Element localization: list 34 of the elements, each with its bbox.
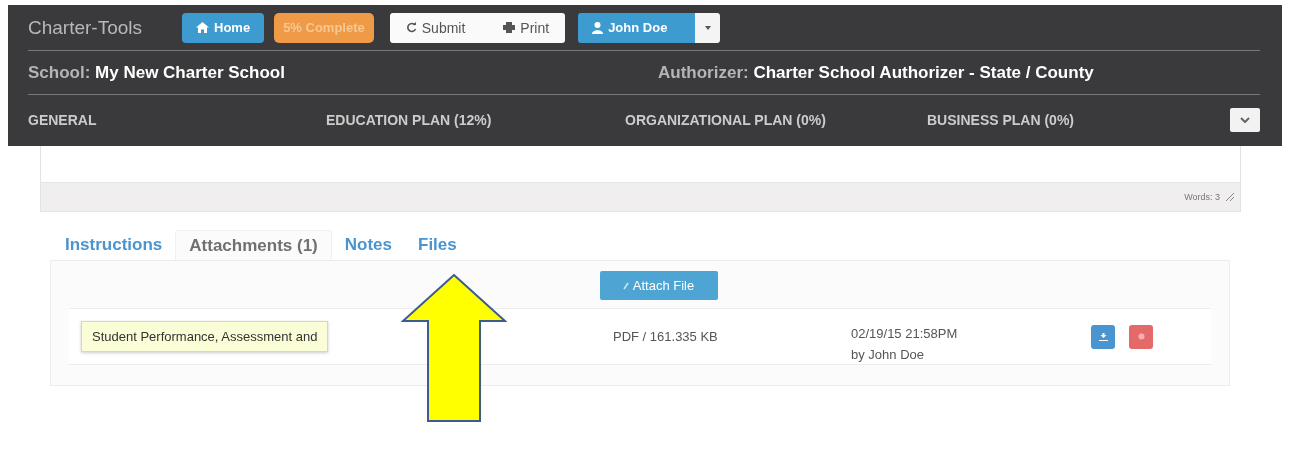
resize-handle-icon[interactable]	[1226, 193, 1234, 201]
home-icon	[196, 22, 209, 33]
chevron-down-icon	[1240, 117, 1250, 123]
dropdown-button[interactable]	[695, 12, 721, 43]
attach-file-button[interactable]: Attach File	[599, 271, 718, 300]
uploader: by John Doe	[851, 346, 925, 362]
print-button[interactable]: Print	[497, 19, 556, 36]
download-icon	[1098, 332, 1108, 341]
authorizer-text: Authorizer: Charter School Authorizer - State / County	[658, 62, 1095, 83]
word-count: Words: 3	[1184, 192, 1220, 202]
section-link[interactable]: BUSINESS PLAN (0%)	[927, 112, 1230, 128]
submit-button[interactable]: Submit	[399, 19, 472, 36]
file-size: PDF / 161.335 KB	[613, 329, 719, 344]
text-editor[interactable]: Words: 3	[40, 146, 1241, 212]
user-button[interactable]: John Doe	[578, 12, 696, 43]
section-link[interactable]: EDUCATION PLAN (12%)	[326, 112, 625, 128]
upload-date: 02/19/15 21:58PM	[851, 325, 959, 341]
user-icon	[592, 21, 604, 34]
caret-icon	[704, 25, 711, 30]
section-link[interactable]: GENERAL	[28, 112, 326, 128]
refresh-icon	[405, 22, 417, 33]
school-text: School: My New Charter School	[28, 62, 286, 83]
tab[interactable]: Files	[405, 230, 470, 260]
tab[interactable]: Instructions	[52, 230, 176, 260]
delete-button[interactable]	[1129, 324, 1153, 349]
download-button[interactable]	[1091, 324, 1115, 349]
section-link[interactable]: ORGANIZATIONAL PLAN (0%)	[625, 112, 927, 128]
expand-button[interactable]	[1230, 108, 1260, 132]
progress-badge: 5% Complete	[274, 12, 374, 43]
tab[interactable]: Notes	[331, 230, 405, 260]
home-button[interactable]: Home	[182, 12, 265, 43]
app-title: Charter-Tools	[28, 16, 144, 39]
file-name: Student Performance, Assessment and	[81, 321, 329, 352]
tab[interactable]: Attachments (1)	[175, 230, 332, 260]
